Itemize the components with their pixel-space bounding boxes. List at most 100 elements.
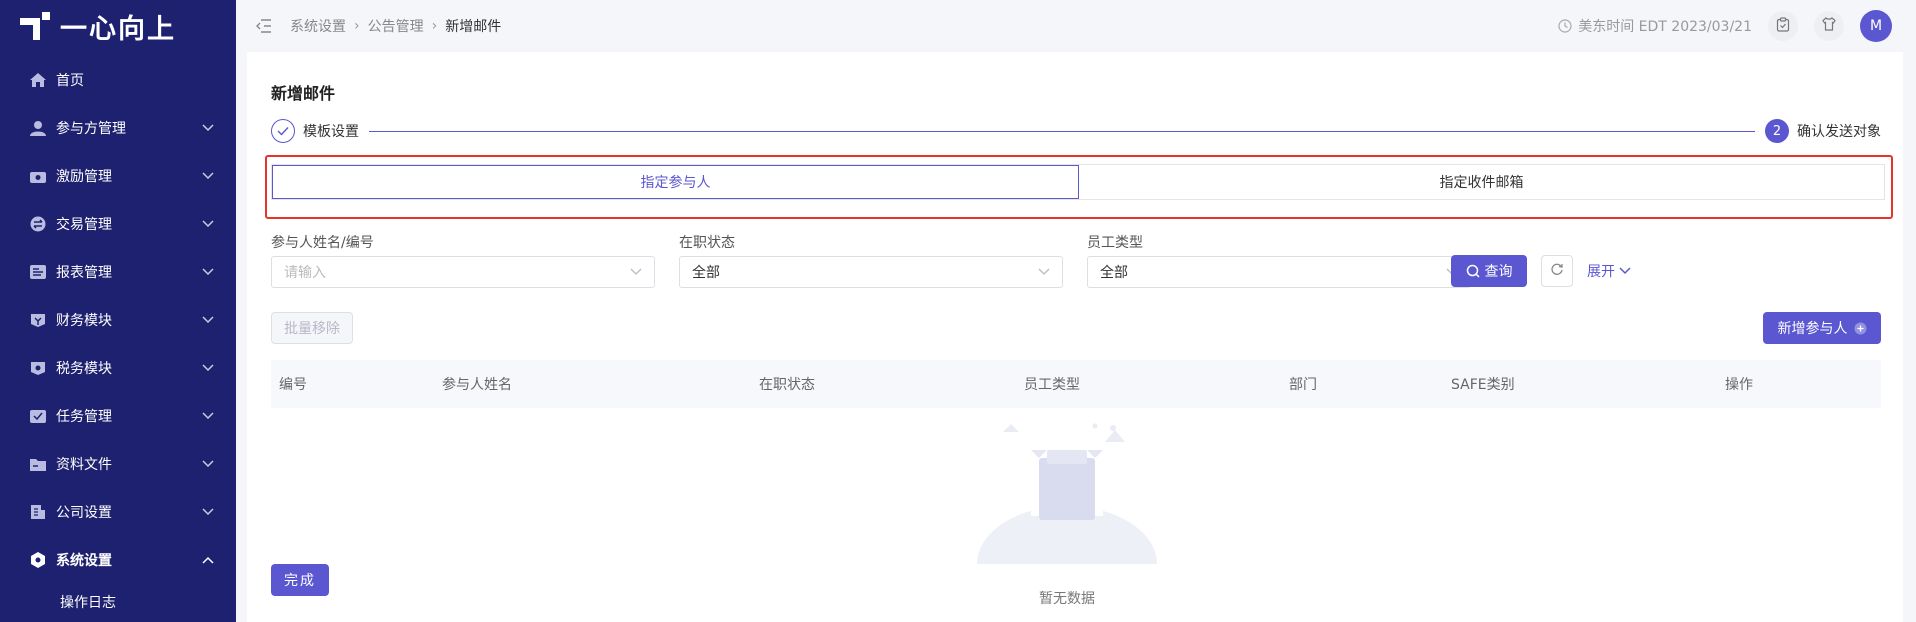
sidebar-item-system-settings[interactable]: 系统设置	[0, 536, 236, 584]
sidebar-item-reports[interactable]: 报表管理	[0, 248, 236, 296]
employment-status-select[interactable]: 全部	[679, 256, 1063, 288]
sidebar-subitem-operation-log[interactable]: 操作日志	[0, 584, 236, 620]
column-header-actions: 操作	[1725, 377, 1753, 393]
sidebar-item-tasks[interactable]: 任务管理	[0, 392, 236, 440]
refresh-icon	[1550, 262, 1564, 280]
filter-employment-status: 在职状态 全部	[679, 232, 1063, 288]
sidebar-nav: 首页 参与方管理 激励管理 交易管理 报表管理 财务模块 税务模块 任务管理 资…	[0, 56, 236, 620]
expand-filters-link[interactable]: 展开	[1587, 255, 1631, 287]
topbar-actions: 美东时间 EDT 2023/03/21 M	[1558, 10, 1892, 42]
chevron-down-icon	[200, 168, 216, 184]
settings-icon	[28, 551, 48, 569]
sidebar-item-finance[interactable]: 财务模块	[0, 296, 236, 344]
sidebar-item-incentive[interactable]: 激励管理	[0, 152, 236, 200]
shirt-icon	[1822, 17, 1836, 35]
reset-button[interactable]	[1541, 255, 1573, 287]
sidebar-item-company[interactable]: 公司设置	[0, 488, 236, 536]
users-icon	[28, 119, 48, 137]
tab-specified-participants[interactable]: 指定参与人	[272, 165, 1079, 199]
plus-circle-icon	[1854, 322, 1867, 335]
column-header-department: 部门	[1289, 377, 1317, 393]
empty-state: 暂无数据	[967, 416, 1167, 622]
breadcrumb-item-system-settings[interactable]: 系统设置	[290, 16, 346, 36]
breadcrumb-separator-icon: ›	[431, 18, 438, 34]
tab-specified-email[interactable]: 指定收件邮箱	[1079, 165, 1884, 199]
sidebar-item-trading[interactable]: 交易管理	[0, 200, 236, 248]
avatar[interactable]: M	[1860, 10, 1892, 42]
select-value: 全部	[1100, 265, 1128, 281]
table-header: 编号 参与人姓名 在职状态 员工类型 部门 SAFE类别 操作	[271, 360, 1881, 408]
home-icon	[28, 71, 48, 89]
menu-collapse-icon[interactable]	[256, 17, 274, 35]
empty-box-icon	[967, 423, 1167, 622]
clock-icon	[1558, 19, 1572, 33]
filter-participant: 参与人姓名/编号 请输入	[271, 232, 655, 288]
sidebar-item-files[interactable]: 资料文件	[0, 440, 236, 488]
sidebar-item-tax[interactable]: 税务模块	[0, 344, 236, 392]
chevron-down-icon	[200, 504, 216, 520]
logo[interactable]: 一心向上	[0, 0, 236, 52]
column-header-safe-category: SAFE类别	[1451, 377, 1515, 393]
recipient-tabs: 指定参与人 指定收件邮箱	[271, 164, 1885, 200]
logo-text: 一心向上	[60, 13, 176, 45]
chevron-down-icon	[200, 312, 216, 328]
column-header-id: 编号	[279, 377, 307, 393]
filter-label: 参与人姓名/编号	[271, 235, 374, 251]
filter-label: 员工类型	[1087, 235, 1143, 251]
query-button[interactable]: 查询	[1451, 255, 1527, 287]
chevron-down-icon	[630, 268, 642, 276]
gift-icon	[28, 167, 48, 185]
page-title: 新增邮件	[271, 84, 336, 103]
filter-employee-type: 员工类型 全部	[1087, 232, 1471, 288]
column-header-name: 参与人姓名	[442, 377, 512, 393]
exchange-icon	[28, 215, 48, 233]
sidebar-item-participants[interactable]: 参与方管理	[0, 104, 236, 152]
clipboard-button[interactable]	[1768, 11, 1798, 41]
add-participant-button[interactable]: 新增参与人	[1763, 312, 1881, 344]
column-header-employment-status: 在职状态	[759, 377, 815, 393]
empty-text: 暂无数据	[1039, 591, 1095, 607]
finance-icon	[28, 311, 48, 329]
steps: 模板设置 2 确认发送对象	[271, 118, 1881, 144]
timezone-display: 美东时间 EDT 2023/03/21	[1558, 16, 1752, 36]
clipboard-check-icon	[1776, 16, 1790, 36]
company-icon	[28, 503, 48, 521]
logo-mark-icon	[20, 10, 54, 42]
chevron-down-icon	[200, 408, 216, 424]
step-2-label: 确认发送对象	[1797, 124, 1881, 140]
task-icon	[28, 407, 48, 425]
chevron-down-icon	[1619, 267, 1631, 275]
breadcrumb-separator-icon: ›	[354, 18, 360, 34]
tax-icon	[28, 359, 48, 377]
breadcrumb-item-announcements[interactable]: 公告管理	[368, 16, 424, 36]
chevron-down-icon	[200, 120, 216, 136]
step-2-number: 2	[1765, 119, 1789, 143]
expand-label: 展开	[1587, 264, 1615, 280]
time-text: 美东时间 EDT 2023/03/21	[1578, 19, 1752, 35]
add-participant-label: 新增参与人	[1777, 321, 1848, 337]
step-1-label: 模板设置	[303, 124, 359, 140]
batch-remove-button[interactable]: 批量移除	[271, 312, 353, 344]
breadcrumb: 系统设置 › 公告管理 › 新增邮件	[290, 16, 501, 36]
query-label: 查询	[1484, 264, 1513, 280]
breadcrumb-item-current: 新增邮件	[445, 19, 502, 35]
employee-type-select[interactable]: 全部	[1087, 256, 1471, 288]
column-header-employee-type: 员工类型	[1024, 377, 1080, 393]
finish-button[interactable]: 完成	[271, 564, 329, 596]
top-bar: 系统设置 › 公告管理 › 新增邮件 美东时间 EDT 2023/03/21 M	[236, 0, 1916, 52]
sidebar-item-home[interactable]: 首页	[0, 56, 236, 104]
filter-label: 在职状态	[679, 235, 735, 251]
chevron-up-icon	[200, 552, 216, 568]
sidebar: 一心向上 首页 参与方管理 激励管理 交易管理 报表管理 财务模块 税务模块 任…	[0, 0, 236, 622]
participant-search-input[interactable]: 请输入	[271, 256, 655, 288]
theme-button[interactable]	[1814, 11, 1844, 41]
tab-highlight-frame: 指定参与人 指定收件邮箱	[265, 155, 1893, 219]
step-connector	[369, 130, 1755, 132]
select-value: 全部	[692, 265, 720, 281]
chevron-down-icon	[200, 216, 216, 232]
chevron-down-icon	[200, 264, 216, 280]
step-done-check-icon	[271, 119, 295, 143]
chevron-down-icon	[200, 456, 216, 472]
folder-icon	[28, 455, 48, 473]
main-card: 新增邮件 模板设置 2 确认发送对象 指定参与人 指定收件邮箱 参与人姓名/编号…	[247, 52, 1903, 622]
